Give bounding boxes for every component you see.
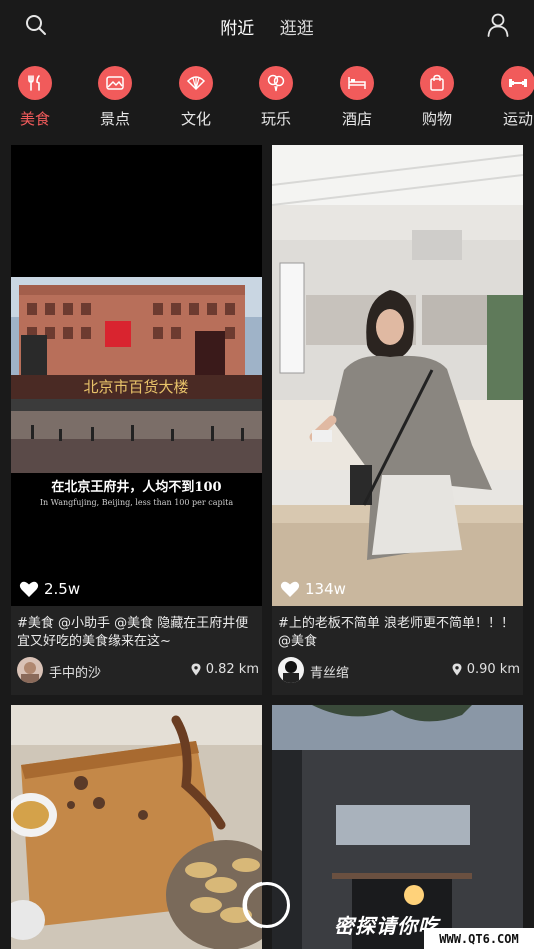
- card-image: [272, 145, 523, 606]
- card-image: [11, 705, 262, 949]
- landscape-icon: [98, 66, 132, 100]
- bed-icon: [340, 66, 374, 100]
- image-caption-en: In Wangfujing, Beijing, less than 100 pe…: [39, 498, 234, 507]
- card-caption: #上的老板不简单 浪老师更不简单！！！@美食: [278, 616, 515, 649]
- category-label: 运动: [502, 110, 533, 128]
- image-caption: 在北京王府井，人均不到100 In Wangfujing, Beijing, l…: [11, 476, 262, 507]
- category-label: 美食: [19, 110, 50, 128]
- top-bar: 附近 逛逛: [0, 0, 534, 52]
- category-sports[interactable]: 运动: [488, 66, 534, 129]
- category-bar: 美食 景点 文化 玩乐 酒店 购物 运动: [0, 66, 534, 130]
- distance-text: 0.82 km: [205, 662, 259, 677]
- record-button[interactable]: [244, 882, 290, 928]
- tab-nearby[interactable]: 附近: [220, 14, 254, 39]
- heart-icon: [19, 581, 39, 597]
- category-label: 购物: [421, 110, 452, 128]
- location-pin-icon: [452, 663, 462, 676]
- location-pin-icon: [191, 663, 201, 676]
- dumbbell-icon: [501, 66, 534, 100]
- card-video[interactable]: 134w: [272, 145, 523, 606]
- building-sign: 北京市百货大楼: [83, 378, 188, 396]
- username[interactable]: 手中的沙: [49, 662, 101, 681]
- like-count[interactable]: 134w: [280, 580, 346, 598]
- distance: 0.82 km: [191, 662, 259, 677]
- like-count[interactable]: 2.5w: [19, 580, 80, 598]
- feed-card[interactable]: 北京市百货大楼 在北京王府井，人均不到100 In Wangfujing, Be…: [11, 145, 262, 695]
- card-caption: #美食 @小助手 @美食 隐藏在王府井便宜又好吃的美食缘来在这~: [17, 616, 249, 649]
- category-culture[interactable]: 文化: [166, 66, 226, 129]
- heart-icon: [280, 581, 300, 597]
- category-label: 景点: [99, 110, 130, 128]
- shopping-bag-icon: [420, 66, 454, 100]
- fan-icon: [179, 66, 213, 100]
- tab-browse[interactable]: 逛逛: [280, 14, 314, 39]
- username[interactable]: 青丝绾: [310, 662, 349, 681]
- like-count-text: 2.5w: [44, 580, 81, 598]
- category-shopping[interactable]: 购物: [407, 66, 467, 129]
- category-food[interactable]: 美食: [5, 66, 65, 129]
- card-video[interactable]: 北京市百货大楼 在北京王府井，人均不到100 In Wangfujing, Be…: [11, 145, 262, 606]
- category-sights[interactable]: 景点: [85, 66, 145, 129]
- card-image: 北京市百货大楼: [11, 145, 262, 606]
- feed-card[interactable]: 134w #上的老板不简单 浪老师更不简单！！！@美食 青丝绾 0.90 km: [272, 145, 523, 695]
- category-hotel[interactable]: 酒店: [327, 66, 387, 129]
- card-meta: 青丝绾 0.90 km: [278, 657, 520, 685]
- watermark: WWW.QT6.COM: [424, 928, 534, 949]
- feed-card[interactable]: [11, 705, 262, 949]
- category-label: 文化: [180, 110, 211, 128]
- like-count-text: 134w: [305, 580, 346, 598]
- avatar[interactable]: [17, 657, 43, 683]
- image-caption-cn: 在北京王府井，人均不到100: [51, 480, 222, 495]
- avatar[interactable]: [278, 657, 304, 683]
- tab-bar: 附近 逛逛: [0, 14, 534, 39]
- user-icon[interactable]: [486, 12, 510, 38]
- fork-knife-icon: [18, 66, 52, 100]
- balloon-icon: [259, 66, 293, 100]
- category-label: 玩乐: [260, 110, 291, 128]
- feed-card[interactable]: 密探请你吃: [272, 705, 523, 949]
- distance: 0.90 km: [452, 662, 520, 677]
- card-meta: 手中的沙 0.82 km: [17, 657, 259, 685]
- category-label: 酒店: [341, 110, 372, 128]
- distance-text: 0.90 km: [466, 662, 520, 677]
- category-fun[interactable]: 玩乐: [246, 66, 306, 129]
